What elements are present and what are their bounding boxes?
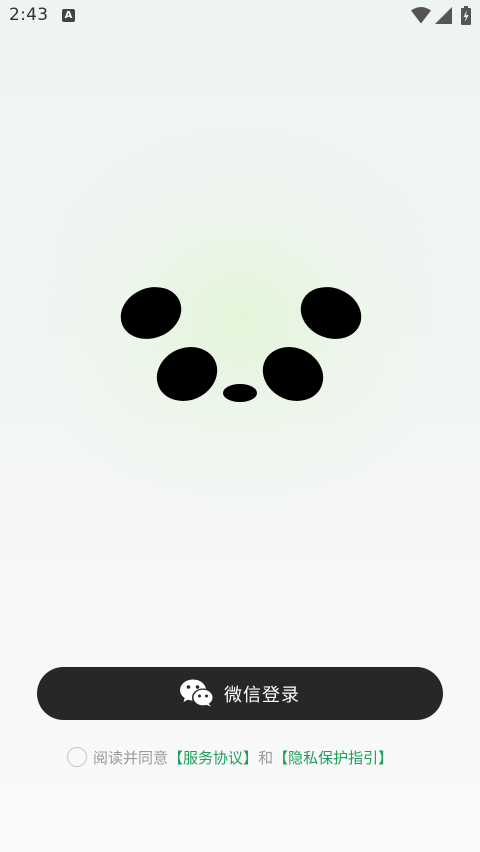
panda-ear-right [300,287,362,339]
terms-of-service-link[interactable]: 服务协议 [183,747,243,768]
panda-eye-left [156,347,218,401]
terms-bracket-close: 】 [243,748,259,767]
privacy-guide-link[interactable]: 隐私保护指引 [288,747,378,768]
agree-checkbox[interactable] [67,747,87,767]
agreement-conjunction: 和 [258,748,274,767]
privacy-bracket-open: 【 [273,748,289,767]
wechat-login-label: 微信登录 [224,684,300,706]
panda-nose [223,384,257,402]
panda-face-logo [120,287,362,402]
wechat-login-button[interactable]: 微信登录 [37,667,443,720]
agreement-prefix: 阅读并同意 [93,748,169,767]
wechat-icon [180,679,214,706]
privacy-bracket-close: 】 [378,748,394,767]
panda-eye-right [262,347,324,401]
terms-bracket-open: 【 [168,748,184,767]
panda-ear-left [120,287,182,339]
agreement-row: 阅读并同意 【 服务协议 】 和 【 隐私保护指引 】 [67,746,393,768]
